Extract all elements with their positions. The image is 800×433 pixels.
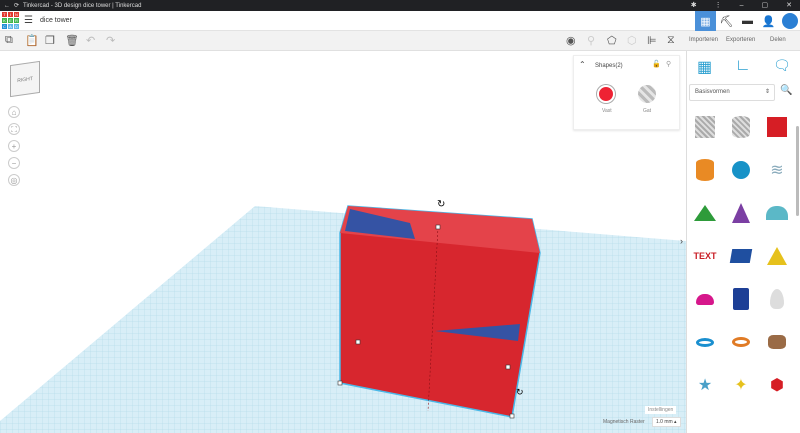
ruler-icon[interactable]: ∟: [735, 57, 751, 75]
light-bulb-icon[interactable]: ⚲: [666, 60, 671, 68]
shape-half-sphere[interactable]: [687, 281, 723, 317]
rotate-handle-icon[interactable]: ↻: [437, 199, 445, 210]
pickaxe-icon[interactable]: ⛏: [716, 11, 737, 31]
snap-grid-label: Magnetisch Raster: [603, 419, 645, 425]
collapse-sidebar-icon[interactable]: ›: [680, 236, 683, 246]
shape-polygon[interactable]: [723, 238, 759, 274]
copy-icon[interactable]: ⧉: [5, 34, 13, 47]
mirror-icon[interactable]: ⧖: [667, 34, 675, 47]
resize-handle[interactable]: [505, 364, 511, 370]
close-button[interactable]: ✕: [786, 0, 792, 11]
resize-handle[interactable]: [435, 224, 441, 230]
view-cube[interactable]: RIGHT: [10, 60, 40, 98]
align-icon[interactable]: ⊫: [647, 34, 657, 47]
maximize-button[interactable]: ▢: [762, 0, 769, 11]
shape-pyramid[interactable]: [759, 238, 795, 274]
collapse-chevron-icon[interactable]: ⌃: [579, 60, 586, 69]
home-view-icon[interactable]: ⌂: [8, 106, 20, 118]
export-button[interactable]: Exporteren: [726, 37, 755, 43]
reload-icon[interactable]: ⟳: [14, 2, 19, 9]
shape-cylinder-hole[interactable]: [723, 109, 759, 145]
import-button[interactable]: Importeren: [689, 37, 718, 43]
window-title: Tinkercad - 3D design dice tower | Tinke…: [23, 2, 142, 9]
app-header: TIN KER CAD ☰ dice tower ▦ ⛏ ▬ 👤: [0, 11, 800, 31]
shape-scribble[interactable]: ≋: [759, 152, 795, 188]
design-list-icon[interactable]: ☰: [24, 15, 33, 26]
paste-icon[interactable]: 📋: [25, 34, 39, 47]
design-name[interactable]: dice tower: [40, 17, 72, 24]
rotate-handle-icon[interactable]: ↻: [516, 387, 524, 397]
shapes-inspector: ⌃ Shapes(2) 🔓 ⚲ Vast Gat: [573, 55, 680, 130]
zoom-in-icon[interactable]: +: [8, 140, 20, 152]
shape-cylinder[interactable]: [687, 152, 723, 188]
resize-handle[interactable]: [355, 339, 361, 345]
browser-titlebar: ← ⟳ Tinkercad - 3D design dice tower | T…: [0, 0, 800, 11]
shape-sphere[interactable]: [723, 152, 759, 188]
delete-icon[interactable]: 🗑: [65, 34, 79, 47]
ungroup-icon[interactable]: ⬡: [627, 34, 637, 47]
shape-gem[interactable]: ⬢: [759, 367, 795, 403]
shape-box-hole[interactable]: [687, 109, 723, 145]
share-button[interactable]: Delen: [770, 37, 786, 43]
undo-icon[interactable]: ↶: [86, 34, 95, 47]
shape-roof[interactable]: [687, 195, 723, 231]
tinkercad-logo[interactable]: TIN KER CAD: [2, 12, 19, 29]
shape-category-select[interactable]: Basisvormen ⇕: [689, 84, 775, 101]
solid-color-button[interactable]: [597, 85, 615, 103]
inspector-title: Shapes(2): [595, 63, 623, 69]
zoom-out-icon[interactable]: −: [8, 157, 20, 169]
snap-grid-value: 1.0 mm: [656, 419, 673, 425]
perspective-icon[interactable]: ◎: [8, 174, 20, 186]
shape-round-roof[interactable]: [759, 195, 795, 231]
shape-box[interactable]: [759, 109, 795, 145]
note-icon[interactable]: ⚲: [587, 34, 595, 47]
shape-tube[interactable]: [723, 324, 759, 360]
hole-button[interactable]: [638, 85, 656, 103]
solid-label: Vast: [602, 108, 612, 114]
snap-grid-select[interactable]: 1.0 mm ▴: [652, 417, 681, 427]
user-add-icon[interactable]: 👤: [758, 11, 779, 31]
notes-icon[interactable]: 🗨: [773, 57, 791, 74]
shape-hexagonal-prism[interactable]: [723, 281, 759, 317]
redo-icon[interactable]: ↷: [106, 34, 115, 47]
shape-star[interactable]: ★: [687, 367, 723, 403]
shape-rock[interactable]: [759, 324, 795, 360]
resize-handle[interactable]: [337, 380, 343, 386]
shapes-sidebar: ▦ ∟ 🗨 Basisvormen ⇕ 🔍 ≋ TEXT ★ ✦ ⬢: [686, 51, 800, 433]
workplane-icon[interactable]: ▦: [697, 57, 712, 77]
hole-label: Gat: [643, 108, 652, 114]
shape-cone[interactable]: [723, 195, 759, 231]
shape-torus[interactable]: [687, 324, 723, 360]
minimize-button[interactable]: –: [740, 0, 744, 11]
back-icon[interactable]: ←: [4, 3, 10, 9]
fit-view-icon[interactable]: ⛶: [8, 123, 20, 135]
bricks-icon[interactable]: ▬: [737, 11, 758, 31]
resize-handle[interactable]: [509, 413, 515, 419]
shape-category-value: Basisvormen: [695, 89, 730, 95]
menu-icon[interactable]: ⋮: [715, 0, 722, 11]
sidebar-scrollbar[interactable]: [796, 126, 799, 216]
show-all-icon[interactable]: ◉: [566, 34, 576, 47]
extension-icon[interactable]: ✱: [691, 0, 697, 11]
3d-view-grid-icon[interactable]: ▦: [695, 11, 716, 31]
avatar[interactable]: [779, 11, 800, 31]
duplicate-icon[interactable]: ❐: [45, 34, 55, 47]
settings-button[interactable]: Instellingen: [645, 406, 677, 414]
lock-icon[interactable]: 🔓: [652, 60, 661, 68]
search-icon[interactable]: 🔍: [780, 85, 792, 96]
shape-icosahedron-yellow[interactable]: ✦: [723, 367, 759, 403]
shape-text[interactable]: TEXT: [687, 238, 723, 274]
toolbar: ⧉ 📋 ❐ 🗑 ↶ ↷ ◉ ⚲ ⬠ ⬡ ⊫ ⧖ Importeren Expor…: [0, 31, 800, 51]
group-icon[interactable]: ⬠: [607, 34, 617, 47]
shape-paraboloid[interactable]: [759, 281, 795, 317]
